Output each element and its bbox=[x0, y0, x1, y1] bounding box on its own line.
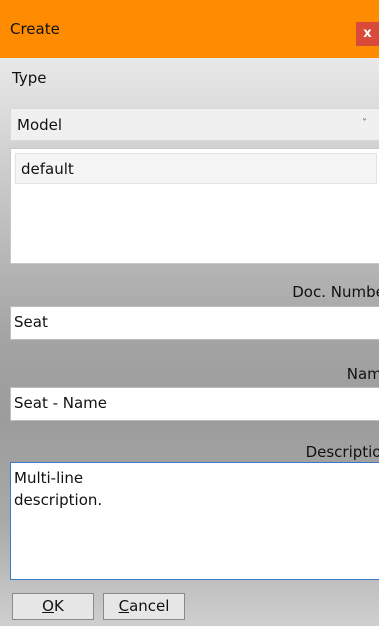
list-item[interactable]: default bbox=[15, 153, 377, 184]
chevron-down-icon: ˅ bbox=[362, 118, 367, 129]
doc-number-field[interactable]: Seat bbox=[10, 306, 379, 340]
name-field[interactable]: Seat - Name bbox=[10, 387, 379, 421]
title-bar[interactable]: Create x bbox=[0, 0, 379, 58]
list-item-label: default bbox=[21, 160, 74, 178]
type-select-value: Model bbox=[17, 116, 63, 134]
description-textarea[interactable]: Multi-line description. bbox=[10, 462, 379, 580]
name-label: Name bbox=[346, 365, 379, 383]
doc-number-value: Seat bbox=[14, 313, 48, 331]
doc-number-label: Doc. Number bbox=[292, 283, 379, 301]
type-label: Type bbox=[12, 69, 47, 87]
name-value: Seat - Name bbox=[14, 394, 108, 412]
template-list[interactable]: default bbox=[10, 148, 379, 264]
create-dialog: Create x Type Model ˅ default Doc. Numbe… bbox=[0, 0, 379, 626]
cancel-button[interactable]: Cancel bbox=[103, 593, 185, 620]
ok-button[interactable]: OK bbox=[12, 593, 94, 620]
close-button[interactable]: x bbox=[356, 22, 379, 46]
type-select[interactable]: Model ˅ bbox=[10, 108, 379, 141]
description-label: Description bbox=[305, 443, 379, 461]
window-title: Create bbox=[10, 20, 60, 38]
close-icon: x bbox=[363, 26, 372, 41]
